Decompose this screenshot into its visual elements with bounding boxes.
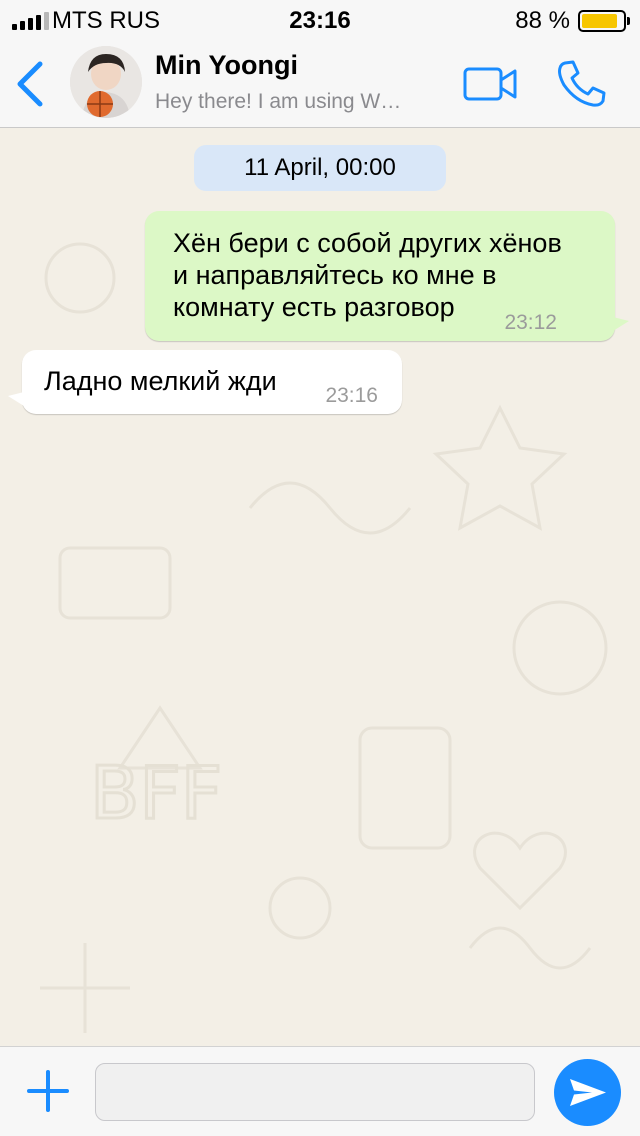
avatar-photo	[70, 46, 142, 118]
attach-button[interactable]	[26, 1069, 70, 1113]
contact-status[interactable]: Hey there! I am using W…	[155, 90, 435, 114]
status-bar: MTS RUS 23:16 88 %	[0, 0, 640, 40]
battery-level	[582, 14, 618, 28]
battery-percent: 88 %	[515, 7, 570, 34]
contact-name[interactable]: Min Yoongi	[155, 50, 298, 81]
chat-header: Min Yoongi Hey there! I am using W…	[0, 40, 640, 128]
bubble-tail	[8, 392, 24, 406]
chat-screen: MTS RUS 23:16 88 % Min Yoongi Hey there!…	[0, 0, 640, 1136]
chevron-left-icon	[17, 61, 43, 107]
back-button[interactable]	[10, 58, 54, 110]
message-list[interactable]: BFF 11 April, 00:00 Хён бери с собой дру…	[0, 128, 640, 1046]
paper-plane-icon	[570, 1079, 606, 1106]
phone-icon	[558, 60, 606, 107]
voice-call-button[interactable]	[556, 58, 608, 110]
message-time: 23:12	[504, 311, 557, 334]
send-button[interactable]	[554, 1059, 621, 1126]
contact-avatar[interactable]	[70, 46, 142, 118]
svg-text:BFF: BFF	[90, 751, 222, 835]
video-camera-icon	[463, 67, 517, 101]
incoming-message[interactable]: Ладно мелкий жди 23:16	[8, 350, 402, 414]
outgoing-message[interactable]: Хён бери с собой других хёнов и направля…	[145, 211, 629, 341]
plus-icon	[27, 1070, 69, 1112]
message-input-bar	[0, 1046, 640, 1136]
bubble-tail	[613, 317, 629, 331]
message-time: 23:16	[325, 384, 378, 407]
video-call-button[interactable]	[462, 62, 518, 106]
battery-icon	[578, 10, 630, 32]
message-input[interactable]	[95, 1063, 535, 1121]
date-separator: 11 April, 00:00	[194, 145, 446, 191]
